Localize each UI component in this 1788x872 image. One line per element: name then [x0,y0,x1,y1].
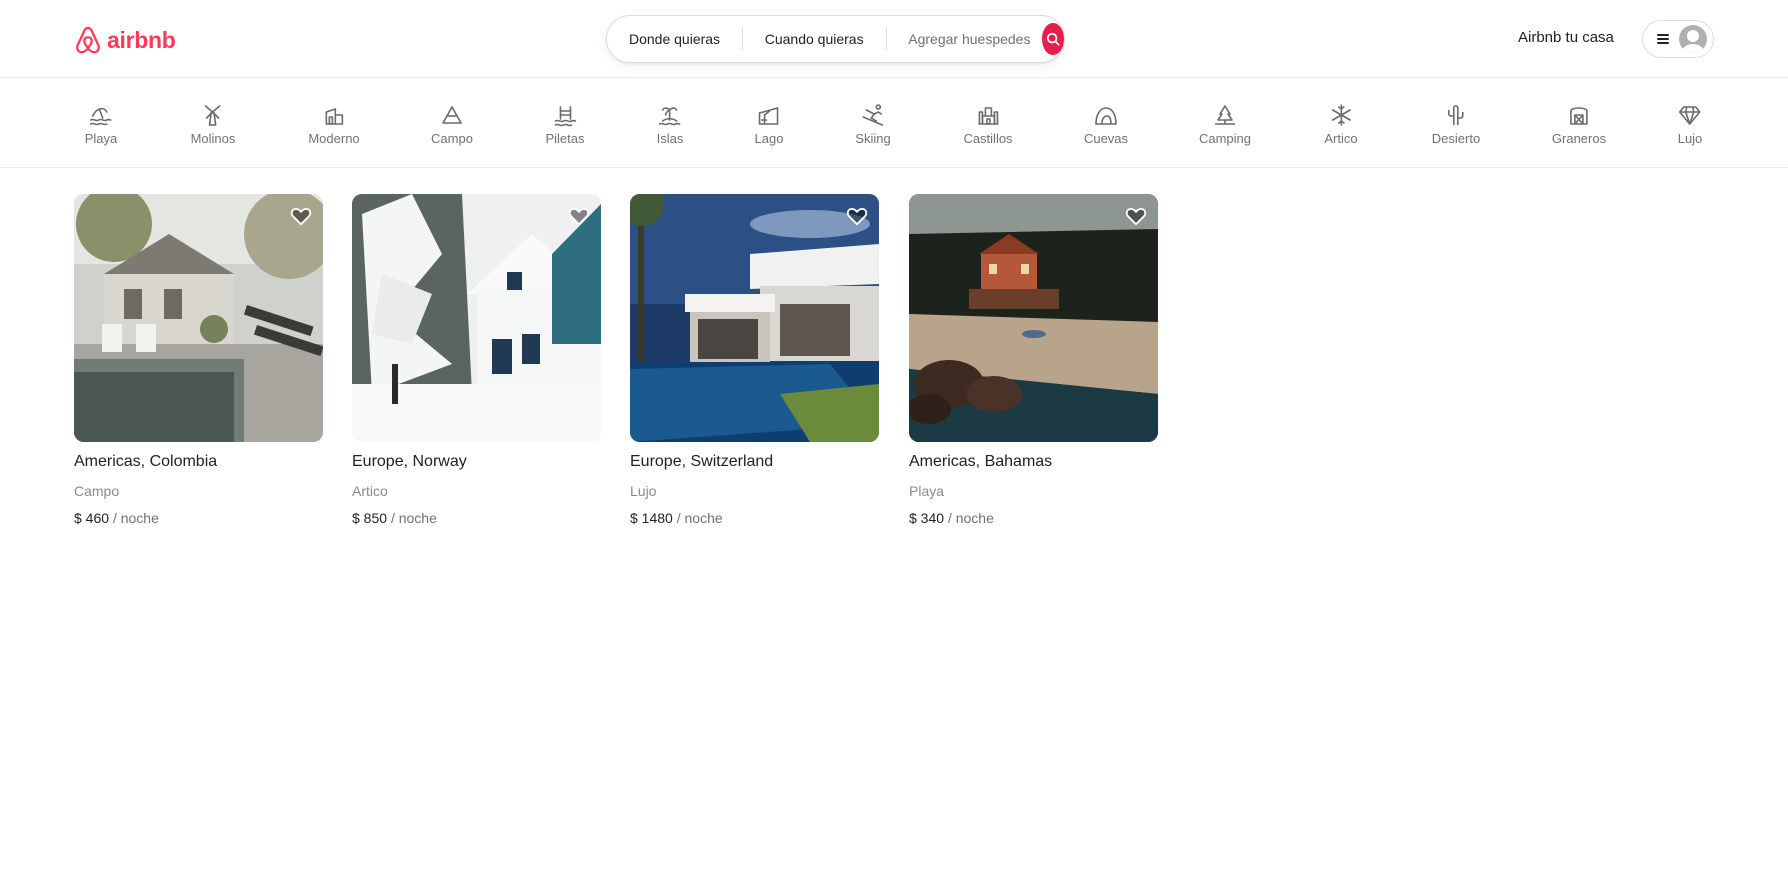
search-bar[interactable]: Donde quieras Cuando quieras Agregar hue… [606,15,1065,63]
listing-image [74,194,323,442]
category-castillos[interactable]: Castillos [963,103,1013,153]
airbnb-logo-icon [76,26,100,54]
host-your-home-link[interactable]: Airbnb tu casa [1518,29,1614,46]
category-campo[interactable]: Campo [431,103,473,153]
category-label: Lujo [1677,131,1703,146]
category-desierto[interactable]: Desierto [1432,103,1480,153]
listing-card[interactable]: Americas, Bahamas Playa $ 340 / noche [909,194,1158,526]
listing-category: Artico [352,483,388,499]
listing-price-unit: / noche [947,510,994,526]
listing-image [909,194,1158,442]
cave-icon [1095,107,1117,125]
category-lago[interactable]: Lago [754,103,784,153]
listing-category: Playa [909,483,945,499]
listing-price: $ 460 [74,510,110,526]
category-label: Piletas [545,131,585,146]
listing-location: Americas, Colombia [74,453,218,470]
category-label: Desierto [1431,131,1481,146]
listing-location: Europe, Norway [352,453,467,470]
diamond-icon [1679,106,1701,125]
favorite-heart-icon[interactable] [568,205,590,227]
listing-card[interactable]: Europe, Norway Artico $ 850 / noche [352,194,601,526]
cactus-icon [1448,104,1464,125]
category-skiing[interactable]: Skiing [855,103,891,153]
listing-price-unit: / noche [676,510,723,526]
skiing-icon [862,104,883,126]
barn-icon [1570,107,1588,125]
category-label: Graneros [1551,131,1607,146]
listing-price-unit: / noche [390,510,437,526]
category-islas[interactable]: Islas [656,103,684,153]
listing-category: Campo [74,483,120,499]
listing-price-unit: / noche [112,510,159,526]
lake-icon [759,106,779,125]
category-molinos[interactable]: Molinos [190,103,236,153]
listing-price-line: $ 460 / noche [74,510,323,526]
search-icon [1047,32,1060,46]
category-label: Islas [656,131,684,146]
category-label: Camping [1198,131,1252,146]
listing-price: $ 340 [909,510,945,526]
listing-image [630,194,879,442]
island-icon [659,107,681,126]
listing-price-line: $ 850 / noche [352,510,601,526]
category-graneros[interactable]: Graneros [1552,103,1606,153]
category-playa[interactable]: Playa [84,103,118,153]
listing-price: $ 1480 [630,510,673,526]
category-label: Artico [1324,131,1358,146]
top-navbar: airbnb Donde quieras Cuando quieras Agre… [0,0,1788,78]
listing-price: $ 850 [352,510,388,526]
brand-name: airbnb [107,26,176,53]
listing-photo[interactable] [630,194,879,442]
listing-category: Lujo [630,483,657,499]
category-moderno[interactable]: Moderno [308,103,360,153]
category-artico[interactable]: Artico [1324,103,1358,153]
category-label: Moderno [308,131,360,146]
category-piletas[interactable]: Piletas [545,103,585,153]
listing-price-line: $ 340 / noche [909,510,1158,526]
search-guests-button[interactable]: Agregar huespedes [886,29,1040,49]
listing-card[interactable]: Europe, Switzerland Lujo $ 1480 / noche [630,194,879,526]
hamburger-icon [1657,33,1669,45]
category-label: Skiing [855,131,891,146]
listing-location: Americas, Bahamas [909,453,1053,470]
pool-icon [554,106,576,127]
modern-house-icon [325,108,343,125]
favorite-heart-icon[interactable] [290,205,312,227]
search-when-button[interactable]: Cuando quieras [743,29,886,49]
listing-photo[interactable] [74,194,323,442]
category-label: Campo [431,131,473,146]
search-where-button[interactable]: Donde quieras [607,29,742,49]
snowflake-icon [1331,104,1351,126]
category-label: Cuevas [1083,131,1129,146]
category-cuevas[interactable]: Cuevas [1084,103,1128,153]
favorite-heart-icon[interactable] [1125,205,1147,227]
castle-icon [978,107,998,125]
search-submit-button[interactable] [1042,23,1064,55]
category-bar: Playa Molinos Moderno Campo Piletas Isla… [0,79,1788,168]
listing-photo[interactable] [909,194,1158,442]
user-menu-button[interactable] [1642,20,1714,58]
category-label: Molinos [190,131,236,146]
category-lujo[interactable]: Lujo [1677,103,1703,153]
listing-card[interactable]: Americas, Colombia Campo $ 460 / noche [74,194,323,526]
listing-image [352,194,601,442]
favorite-heart-icon[interactable] [846,205,868,227]
listing-location: Europe, Switzerland [630,453,774,470]
windmill-icon [205,105,221,126]
category-label: Castillos [963,131,1013,146]
category-label: Lago [754,131,784,146]
listing-price-line: $ 1480 / noche [630,510,879,526]
beach-icon [90,107,112,126]
camping-icon [1215,105,1235,125]
countryside-icon [442,106,462,124]
user-avatar-icon [1679,25,1707,53]
airbnb-logo[interactable]: airbnb [73,24,176,56]
category-label: Playa [84,131,118,146]
category-camping[interactable]: Camping [1199,103,1251,153]
listing-photo[interactable] [352,194,601,442]
